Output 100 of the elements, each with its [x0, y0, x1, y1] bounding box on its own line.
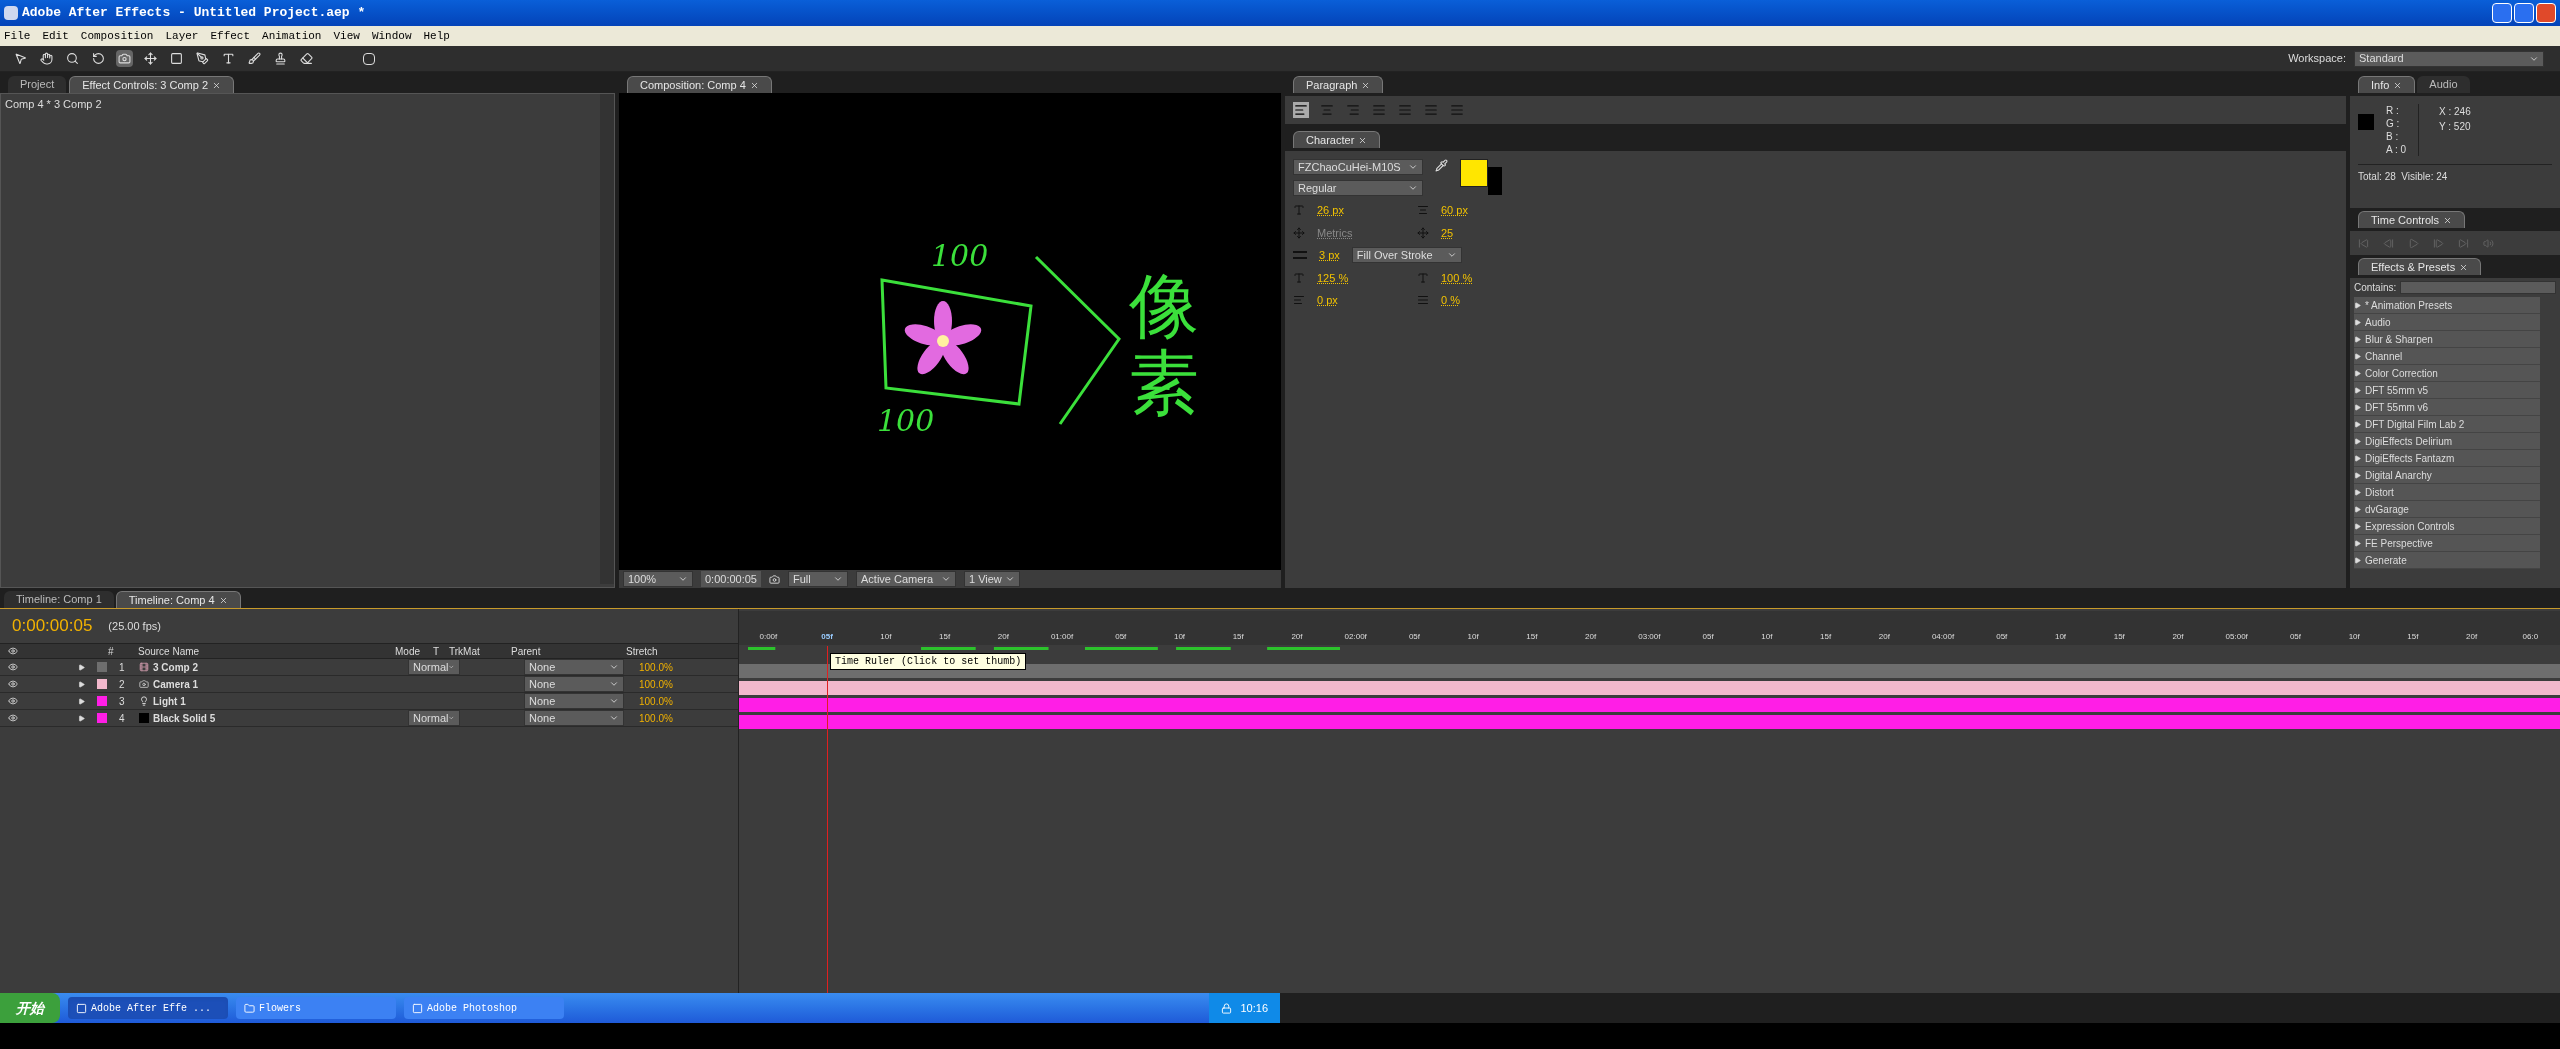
effect-category[interactable]: Generate: [2354, 552, 2540, 569]
effect-category[interactable]: DFT Digital Film Lab 2: [2354, 416, 2540, 433]
effect-category[interactable]: Blur & Sharpen: [2354, 331, 2540, 348]
view-dropdown[interactable]: Active Camera: [856, 571, 956, 587]
mode-dropdown[interactable]: Normal: [408, 710, 460, 726]
resolution-dropdown[interactable]: Full: [788, 571, 848, 587]
current-timecode[interactable]: 0:00:00:05: [12, 613, 93, 639]
ruler-label: 15f: [2406, 631, 2420, 643]
ruler-label: 10f: [2347, 631, 2361, 643]
ruler-label: 10f: [1466, 631, 1480, 643]
parent-dropdown[interactable]: None: [524, 659, 624, 675]
effect-category[interactable]: DFT 55mm v6: [2354, 399, 2540, 416]
parent-dropdown[interactable]: None: [524, 676, 624, 692]
panel-tab[interactable]: Effects & Presets: [2358, 258, 2482, 275]
panel-tab[interactable]: Character: [1293, 131, 1381, 148]
breadcrumb: Comp 4 * 3 Comp 2: [4, 97, 103, 112]
ruler-label: 20f: [1584, 631, 1598, 643]
taskbar-button[interactable]: Adobe After Effe ...: [68, 997, 228, 1019]
baseline-shift-value[interactable]: 0 px: [1317, 292, 1417, 309]
menu-item[interactable]: Layer: [165, 27, 199, 45]
layer-name: Black Solid 5: [153, 711, 217, 726]
menu-item[interactable]: Window: [371, 27, 412, 45]
panel-tab[interactable]: Timeline: Comp 1: [4, 591, 114, 608]
menu-item[interactable]: Composition: [80, 27, 154, 45]
effect-category[interactable]: Channel: [2354, 348, 2540, 365]
menu-item[interactable]: Edit: [42, 27, 69, 45]
effect-category[interactable]: Digital Anarchy: [2354, 467, 2540, 484]
layer-name: Camera 1: [153, 677, 200, 692]
ruler-label: 06:0: [2521, 631, 2540, 643]
effect-category[interactable]: dvGarage: [2354, 501, 2540, 518]
workspace-dropdown[interactable]: Standard: [2354, 50, 2544, 67]
layer-row[interactable]: 1 3 Comp 2 Normal None 100.0%: [0, 659, 738, 676]
effect-category[interactable]: Audio: [2354, 314, 2540, 331]
panel-tab[interactable]: Paragraph: [1293, 76, 1384, 93]
effect-category[interactable]: DigiEffects Fantazm: [2354, 450, 2540, 467]
channel-reading: A : 0: [2386, 143, 2406, 156]
frame-rate: (25.00 fps): [108, 618, 161, 634]
ruler-label: 20f: [2171, 631, 2185, 643]
leading-value[interactable]: 60 px: [1441, 202, 1541, 219]
panel-tab[interactable]: Audio: [2417, 76, 2470, 93]
ruler-label: 0:00f: [758, 631, 779, 643]
vertical-scale-value[interactable]: 125 %: [1317, 269, 1417, 286]
effect-category[interactable]: Color Correction: [2354, 365, 2540, 382]
menu-item[interactable]: View: [333, 27, 360, 45]
panel-tab[interactable]: Time Controls: [2358, 211, 2466, 228]
timecode-field[interactable]: 0:00:00:05: [701, 570, 761, 588]
stroke-order-dropdown[interactable]: Fill Over Stroke: [1351, 247, 1462, 264]
tsume-value[interactable]: 0 %: [1441, 292, 1541, 309]
ruler-label: 05f: [820, 631, 834, 643]
layout-dropdown[interactable]: 1 View: [964, 571, 1020, 587]
font-dropdown[interactable]: FZChaoCuHei-M10S: [1293, 159, 1423, 175]
panel-tab[interactable]: Info: [2358, 76, 2416, 93]
layer-row[interactable]: 4 Black Solid 5 Normal None 100.0%: [0, 710, 738, 727]
menu-item[interactable]: Effect: [210, 27, 251, 45]
stretch-value[interactable]: 100.0%: [639, 676, 673, 692]
taskbar-button[interactable]: Flowers: [236, 997, 396, 1019]
effect-category[interactable]: Expression Controls: [2354, 518, 2540, 535]
effect-category[interactable]: DFT 55mm v5: [2354, 382, 2540, 399]
handwritten-number: 100: [877, 402, 935, 440]
menu-item[interactable]: Help: [423, 27, 450, 45]
layer-row[interactable]: 3 Light 1 None 100.0%: [0, 693, 738, 710]
ruler-label: 02:00f: [1343, 631, 1368, 643]
start-button[interactable]: 开始: [0, 993, 60, 1023]
panel-tab[interactable]: Project: [8, 76, 67, 93]
parent-dropdown[interactable]: None: [524, 710, 624, 726]
font-size-value[interactable]: 26 px: [1317, 202, 1417, 219]
kerning-value[interactable]: Metrics: [1317, 224, 1417, 241]
layer-number: 3: [119, 694, 126, 709]
y-reading: Y : 520: [2439, 120, 2471, 134]
panel-tab[interactable]: Effect Controls: 3 Comp 2: [69, 76, 234, 93]
mode-dropdown[interactable]: Normal: [408, 659, 460, 675]
layer-name: 3 Comp 2: [153, 660, 199, 675]
clock: 10:16: [1240, 1000, 1268, 1016]
style-dropdown[interactable]: Regular: [1293, 180, 1423, 196]
effect-category[interactable]: * Animation Presets: [2354, 297, 2540, 314]
horizontal-scale-value[interactable]: 100 %: [1441, 269, 1541, 286]
ruler-label: 15f: [1525, 631, 1539, 643]
stretch-value[interactable]: 100.0%: [639, 693, 673, 709]
ruler-label: 20f: [1290, 631, 1304, 643]
menu-item[interactable]: File: [4, 27, 31, 45]
ruler-label: 01:00f: [1049, 631, 1075, 643]
time-ruler[interactable]: 0:00f 05f 10f 15f 20f 01:00f 05f 10f 15f 20f 02:00f 05f 10f 15f 20f 03:00f 05f 10f 15f 20f 04:00f 05f 10f 15f 20f 05:00f 05f 10f 15f 20f 06:0: [739, 611, 2560, 645]
stroke-width-value[interactable]: 3 px: [1319, 247, 1340, 264]
effect-category[interactable]: Distort: [2354, 484, 2540, 501]
layer-row[interactable]: 2 Camera 1 None 100.0%: [0, 676, 738, 693]
composition-viewer[interactable]: 100 100 像素: [619, 93, 1281, 571]
parent-dropdown[interactable]: None: [524, 693, 624, 709]
ruler-label: 10f: [879, 631, 893, 643]
effect-category[interactable]: DigiEffects Delirium: [2354, 433, 2540, 450]
zoom-dropdown[interactable]: 100%: [623, 571, 693, 587]
taskbar-button[interactable]: Adobe Photoshop: [404, 997, 564, 1019]
panel-tab[interactable]: Timeline: Comp 4: [115, 591, 241, 608]
effect-category[interactable]: FE Perspective: [2354, 535, 2540, 552]
handwritten-number: 100: [931, 237, 989, 275]
panel-tab[interactable]: Composition: Comp 4: [627, 76, 772, 93]
stretch-value[interactable]: 100.0%: [639, 710, 673, 726]
stretch-value[interactable]: 100.0%: [639, 659, 673, 675]
channel-reading: R :: [2386, 104, 2400, 117]
tracking-value[interactable]: 25: [1441, 224, 1541, 241]
menu-item[interactable]: Animation: [262, 27, 322, 45]
